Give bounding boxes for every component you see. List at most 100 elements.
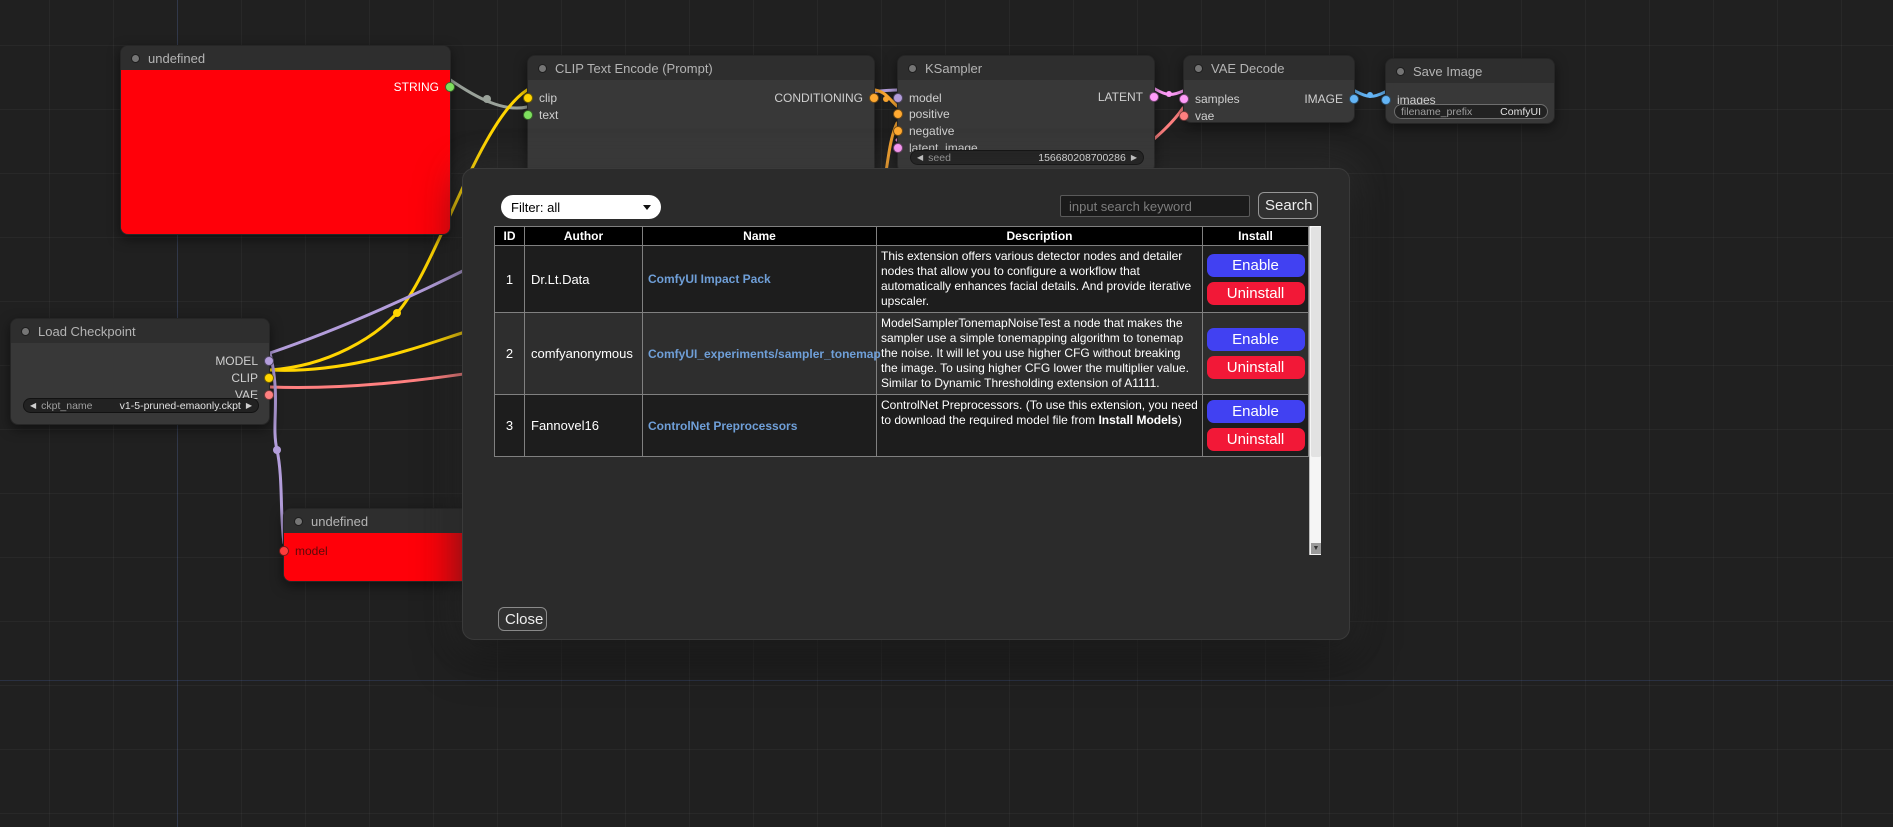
node-title-bar[interactable]: Save Image — [1386, 59, 1554, 83]
input-slot-model[interactable]: model — [893, 91, 942, 105]
close-button[interactable]: Close — [498, 607, 547, 631]
wire-midpoint-dot — [393, 309, 401, 317]
extension-link[interactable]: ComfyUI Impact Pack — [648, 272, 771, 286]
collapse-dot-icon[interactable] — [294, 517, 303, 526]
input-slot-negative[interactable]: negative — [893, 124, 954, 138]
output-slot-clip[interactable]: CLIP — [231, 371, 274, 385]
collapse-dot-icon[interactable] — [1396, 67, 1405, 76]
increment-arrow-icon[interactable]: ▶ — [246, 402, 252, 410]
collapse-dot-icon[interactable] — [131, 54, 140, 63]
extension-link[interactable]: ControlNet Preprocessors — [648, 419, 797, 433]
header-author: Author — [525, 227, 643, 246]
node-load-checkpoint[interactable]: Load Checkpoint MODEL CLIP VAE ◀ ckpt_na… — [10, 318, 270, 425]
slot-label: IMAGE — [1304, 92, 1343, 106]
search-button[interactable]: Search — [1258, 192, 1318, 219]
filter-selected-value: Filter: all — [511, 200, 560, 215]
node-body: samples vae IMAGE — [1184, 80, 1354, 122]
input-slot-positive[interactable]: positive — [893, 107, 950, 121]
uninstall-button[interactable]: Uninstall — [1207, 428, 1305, 451]
comfyui-canvas[interactable]: undefined STRING CLIP Text Encode (Promp… — [0, 0, 1893, 827]
slot-label: negative — [909, 124, 954, 138]
input-slot-model[interactable]: model — [279, 544, 328, 558]
decrement-arrow-icon[interactable]: ◀ — [917, 154, 923, 162]
slot-label: model — [295, 544, 328, 558]
slot-dot-latent[interactable] — [893, 143, 903, 153]
slot-label: CLIP — [231, 371, 258, 385]
enable-button[interactable]: Enable — [1207, 400, 1305, 423]
collapse-dot-icon[interactable] — [538, 64, 547, 73]
filter-select[interactable]: Filter: all — [501, 195, 661, 219]
slot-dot-image[interactable] — [1381, 95, 1391, 105]
header-name: Name — [643, 227, 877, 246]
node-title-bar[interactable]: KSampler — [898, 56, 1154, 80]
slot-dot-vae[interactable] — [1179, 111, 1189, 121]
table-scrollbar[interactable]: ▼ — [1309, 226, 1321, 555]
slot-dot-clip[interactable] — [523, 93, 533, 103]
slot-dot-string[interactable] — [523, 110, 533, 120]
slot-label: MODEL — [215, 354, 258, 368]
ckpt-name-widget[interactable]: ◀ ckpt_name v1-5-pruned-emaonly.ckpt ▶ — [23, 398, 259, 413]
node-title-bar[interactable]: CLIP Text Encode (Prompt) — [528, 56, 874, 80]
input-slot-clip[interactable]: clip — [523, 91, 557, 105]
scrollbar-thumb[interactable] — [1311, 227, 1321, 457]
increment-arrow-icon[interactable]: ▶ — [1131, 154, 1137, 162]
collapse-dot-icon[interactable] — [1194, 64, 1203, 73]
row-description: ControlNet Preprocessors. (To use this e… — [877, 395, 1203, 457]
slot-label: model — [909, 91, 942, 105]
output-slot-latent[interactable]: LATENT — [1098, 90, 1159, 104]
input-slot-text[interactable]: text — [523, 108, 558, 122]
slot-dot-clip[interactable] — [264, 373, 274, 383]
widget-label: ckpt_name — [41, 400, 92, 412]
slot-dot-latent[interactable] — [1179, 94, 1189, 104]
output-slot-string[interactable]: STRING — [394, 80, 455, 94]
input-slot-vae[interactable]: vae — [1179, 109, 1214, 123]
slot-dot-vae[interactable] — [264, 390, 274, 400]
extension-link[interactable]: ComfyUI_experiments/sampler_tonemap — [648, 347, 881, 361]
input-slot-samples[interactable]: samples — [1179, 92, 1240, 106]
row-author: comfyanonymous — [525, 313, 643, 395]
slot-dot-latent[interactable] — [1149, 92, 1159, 102]
wire-midpoint-dot — [483, 95, 491, 103]
node-title-bar[interactable]: Load Checkpoint — [11, 319, 269, 343]
node-save-image[interactable]: Save Image images filename_prefix ComfyU… — [1385, 58, 1555, 124]
collapse-dot-icon[interactable] — [908, 64, 917, 73]
enable-button[interactable]: Enable — [1207, 328, 1305, 351]
table-row: 3Fannovel16ControlNet PreprocessorsContr… — [495, 395, 1309, 457]
slot-dot-conditioning[interactable] — [869, 93, 879, 103]
row-id: 1 — [495, 246, 525, 313]
extension-table-rows: 1Dr.Lt.DataComfyUI Impact PackThis exten… — [495, 246, 1309, 457]
slot-label: positive — [909, 107, 950, 121]
search-input[interactable] — [1060, 195, 1250, 217]
node-title: CLIP Text Encode (Prompt) — [555, 61, 713, 76]
slot-dot-model[interactable] — [893, 93, 903, 103]
node-undefined-top[interactable]: undefined STRING — [120, 45, 451, 235]
node-vae-decode[interactable]: VAE Decode samples vae IMAGE — [1183, 55, 1355, 123]
collapse-dot-icon[interactable] — [21, 327, 30, 336]
slot-dot-conditioning[interactable] — [893, 126, 903, 136]
filename-prefix-widget[interactable]: filename_prefix ComfyUI — [1394, 104, 1548, 119]
node-body: model positive negative latent_image LAT… — [898, 80, 1154, 172]
enable-button[interactable]: Enable — [1207, 254, 1305, 277]
slot-dot-model[interactable] — [279, 546, 289, 556]
header-install: Install — [1203, 227, 1309, 246]
uninstall-button[interactable]: Uninstall — [1207, 282, 1305, 305]
seed-widget[interactable]: ◀ seed 156680208700286 ▶ — [910, 150, 1144, 165]
node-title: Save Image — [1413, 64, 1482, 79]
node-body: MODEL CLIP VAE ◀ ckpt_name v1-5-pruned-e… — [11, 343, 269, 424]
slot-dot-string[interactable] — [445, 82, 455, 92]
decrement-arrow-icon[interactable]: ◀ — [30, 402, 36, 410]
slot-dot-model[interactable] — [264, 356, 274, 366]
node-title-bar[interactable]: VAE Decode — [1184, 56, 1354, 80]
node-ksampler[interactable]: KSampler model positive negative latent_… — [897, 55, 1155, 173]
slot-dot-image[interactable] — [1349, 94, 1359, 104]
output-slot-model[interactable]: MODEL — [215, 354, 274, 368]
extension-manager-dialog: Filter: all Search ID Author Name Descri… — [462, 168, 1350, 640]
slot-label: samples — [1195, 92, 1240, 106]
node-title-bar[interactable]: undefined — [121, 46, 450, 70]
scroll-down-icon[interactable]: ▼ — [1311, 543, 1321, 554]
output-slot-conditioning[interactable]: CONDITIONING — [774, 91, 879, 105]
row-author: Fannovel16 — [525, 395, 643, 457]
uninstall-button[interactable]: Uninstall — [1207, 356, 1305, 379]
slot-dot-conditioning[interactable] — [893, 109, 903, 119]
output-slot-image[interactable]: IMAGE — [1304, 92, 1359, 106]
